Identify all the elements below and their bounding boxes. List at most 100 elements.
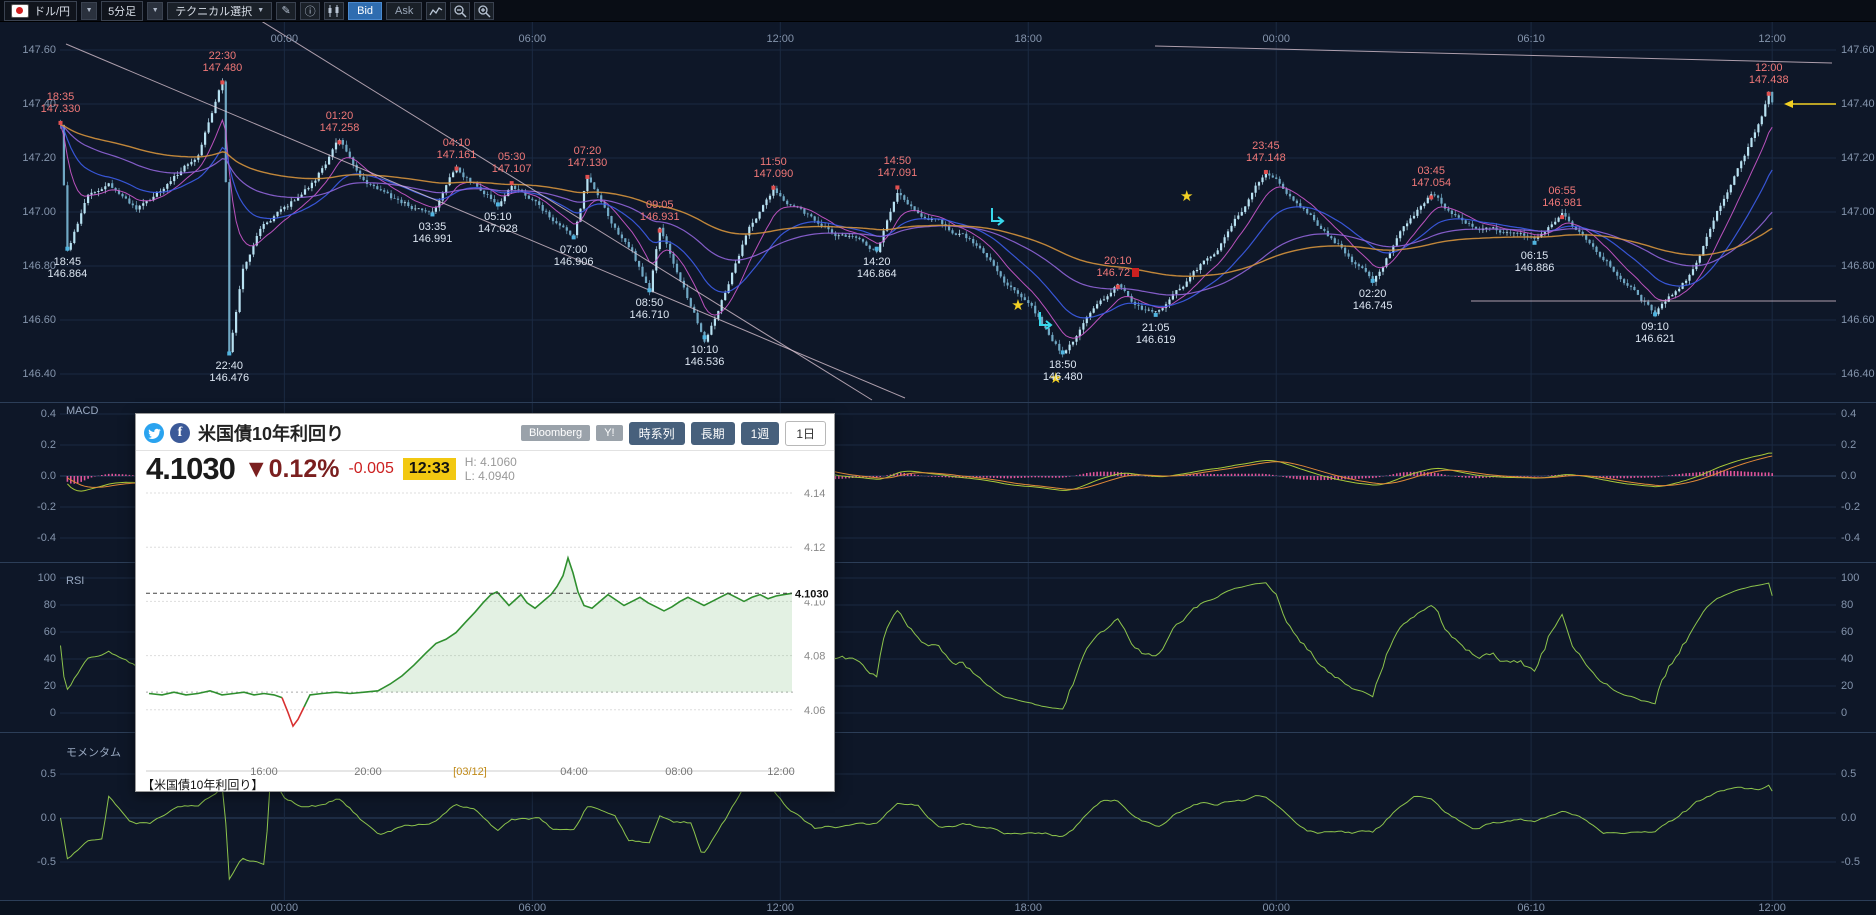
treasury-chart: 4.144.124.104.084.064.1030 (144, 484, 834, 784)
signal-marker (1132, 268, 1139, 277)
price-annotation: 06:15146.886 (1505, 250, 1565, 274)
trendline-drawing[interactable] (1155, 46, 1832, 63)
panel-separator (0, 900, 1876, 901)
panel-separator (0, 402, 1876, 403)
price-annotation: 14:50147.091 (867, 155, 927, 179)
info-button[interactable]: ⓘ (300, 2, 320, 20)
price-annotation: 20:10146.72 (1088, 255, 1148, 279)
price-annotation: 04:10147.161 (427, 137, 487, 161)
y-axis-label: 100 (1841, 572, 1859, 584)
widget-price-row: 4.1030 ▼0.12% -0.005 12:33 H: 4.1060 L: … (136, 451, 834, 487)
star-marker[interactable]: ★ (1011, 297, 1024, 314)
y-axis-label: -0.5 (1841, 856, 1860, 868)
bid-toggle[interactable]: Bid (348, 2, 382, 20)
time-axis-label: 12:00 (753, 766, 809, 778)
time-axis-label: [03/12] (442, 766, 498, 778)
y-axis-label: 0.0 (16, 470, 56, 482)
y-axis-label: -0.2 (16, 501, 56, 513)
yahoo-badge[interactable]: Y! (596, 425, 622, 441)
tab-timeseries[interactable]: 時系列 (629, 422, 685, 445)
price-annotation: 12:00147.438 (1739, 62, 1799, 86)
current-yield: 4.1030 (146, 451, 235, 487)
currency-pair-icon (11, 4, 29, 18)
treasury-y-label: 4.14 (804, 488, 825, 500)
time-axis-label: 00:00 (1251, 902, 1301, 914)
tab-1day[interactable]: 1日 (785, 421, 826, 446)
facebook-icon[interactable]: f (170, 423, 190, 443)
y-axis-label: 40 (16, 653, 56, 665)
y-axis-label: 147.00 (16, 206, 56, 218)
star-marker[interactable]: ★ (1180, 188, 1193, 205)
zoom-out-button[interactable] (450, 2, 470, 20)
arrow-drawing[interactable] (992, 208, 1003, 225)
twitter-icon[interactable] (144, 423, 164, 443)
ask-toggle[interactable]: Ask (386, 2, 422, 20)
y-axis-label: 60 (16, 626, 56, 638)
timeframe-select[interactable]: 5分足 (101, 1, 143, 21)
price-annotation: 05:10147.028 (468, 211, 528, 235)
momentum-panel-label: モメンタム (66, 744, 121, 760)
y-axis-label: 20 (16, 680, 56, 692)
timeframe-dropdown-button[interactable]: ▼ (147, 2, 163, 20)
y-axis-label: 147.20 (16, 152, 56, 164)
draw-tool-button[interactable]: ✎ (276, 2, 296, 20)
y-axis-label: 146.80 (1841, 260, 1875, 272)
trendline-drawing[interactable] (250, 14, 872, 400)
y-axis-label: 0.4 (1841, 408, 1856, 420)
price-annotation: 07:20147.130 (557, 145, 617, 169)
last-price-arrow-icon (1784, 100, 1793, 108)
y-axis-label: -0.4 (1841, 532, 1860, 544)
time-axis-label: 18:00 (1003, 33, 1053, 45)
toolbar: ドル/円 ▼ 5分足 ▼ テクニカル選択▼ ✎ ⓘ Bid Ask (0, 0, 1876, 22)
time-axis-label: 00:00 (259, 902, 309, 914)
current-value-label: 4.1030 (795, 588, 829, 600)
day-low: L: 4.0940 (465, 469, 517, 483)
technical-select-button[interactable]: テクニカル選択▼ (167, 2, 272, 20)
moving-average-line (61, 125, 1773, 318)
y-axis-label: 147.20 (1841, 152, 1875, 164)
tab-1week[interactable]: 1週 (741, 422, 780, 445)
moving-averages (61, 120, 1773, 338)
treasury-widget: f 米国債10年利回り Bloomberg Y! 時系列 長期 1週 1日 4.… (135, 413, 835, 792)
time-axis-label: 00:00 (1251, 33, 1301, 45)
time-axis-label: 20:00 (340, 766, 396, 778)
y-axis-label: 20 (1841, 680, 1853, 692)
candle-style-button[interactable] (324, 2, 344, 20)
y-axis-label: 60 (1841, 626, 1853, 638)
y-axis-label: 147.40 (1841, 98, 1875, 110)
day-high: H: 4.1060 (465, 455, 517, 469)
price-annotation: 09:10146.621 (1625, 321, 1685, 345)
change-percent: ▼0.12% (244, 455, 340, 484)
price-annotation: 21:05146.619 (1126, 322, 1186, 346)
time-axis-label: 00:00 (259, 33, 309, 45)
price-annotation: 18:35147.330 (31, 91, 91, 115)
line-chart-button[interactable] (426, 2, 446, 20)
time-axis-label: 04:00 (546, 766, 602, 778)
line-chart-icon (429, 5, 443, 17)
price-annotation: 01:20147.258 (309, 110, 369, 134)
price-annotation: 03:45147.054 (1401, 165, 1461, 189)
y-axis-label: 0 (1841, 707, 1847, 719)
trading-app: ★★★ MACD RSI モメンタム 18:35147.33022:30147.… (0, 0, 1876, 915)
currency-pair-select[interactable]: ドル/円 (4, 1, 77, 21)
time-axis-label: 18:00 (1003, 902, 1053, 914)
y-axis-label: 0.2 (1841, 439, 1856, 451)
y-axis-label: -0.5 (16, 856, 56, 868)
high-low: H: 4.1060 L: 4.0940 (465, 455, 517, 483)
pencil-icon: ✎ (282, 4, 291, 17)
tab-longterm[interactable]: 長期 (691, 422, 735, 445)
quote-time: 12:33 (403, 458, 456, 480)
price-annotation: 22:30147.480 (192, 50, 252, 74)
change-value: -0.005 (348, 460, 393, 478)
treasury-y-label: 4.06 (804, 705, 825, 717)
price-annotation: 18:45146.864 (37, 256, 97, 280)
currency-pair-dropdown-button[interactable]: ▼ (81, 2, 97, 20)
y-axis-label: 80 (1841, 599, 1853, 611)
price-annotation: 11:50147.090 (743, 156, 803, 180)
y-axis-label: 80 (16, 599, 56, 611)
bloomberg-badge[interactable]: Bloomberg (521, 425, 590, 441)
y-axis-label: 146.60 (16, 314, 56, 326)
y-axis-label: 0.5 (16, 768, 56, 780)
zoom-in-button[interactable] (474, 2, 494, 20)
y-axis-label: 0.4 (16, 408, 56, 420)
